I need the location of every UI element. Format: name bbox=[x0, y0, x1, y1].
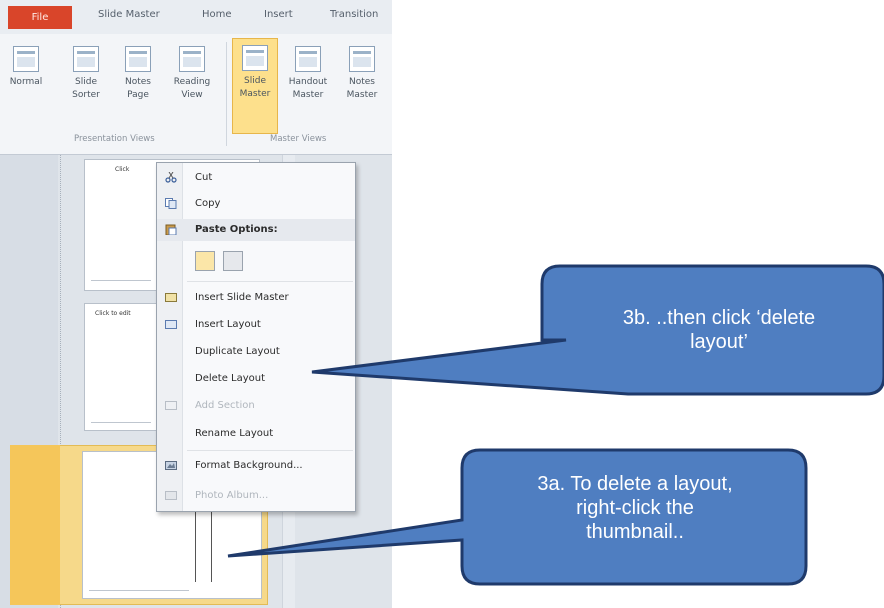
callout-3b-text: 3b. ..then click ‘delete layout’ bbox=[560, 306, 878, 354]
callout-3a-line: thumbnail.. bbox=[586, 521, 684, 543]
callout-3a-line: 3a. To delete a layout, bbox=[537, 473, 733, 495]
callout-3a-line: right-click the bbox=[576, 497, 694, 519]
callout-3b-line: 3b. ..then click ‘delete bbox=[622, 307, 816, 329]
callout-3b-line: layout’ bbox=[690, 331, 748, 353]
callout-3a-text: 3a. To delete a layout, right-click the … bbox=[470, 472, 800, 544]
